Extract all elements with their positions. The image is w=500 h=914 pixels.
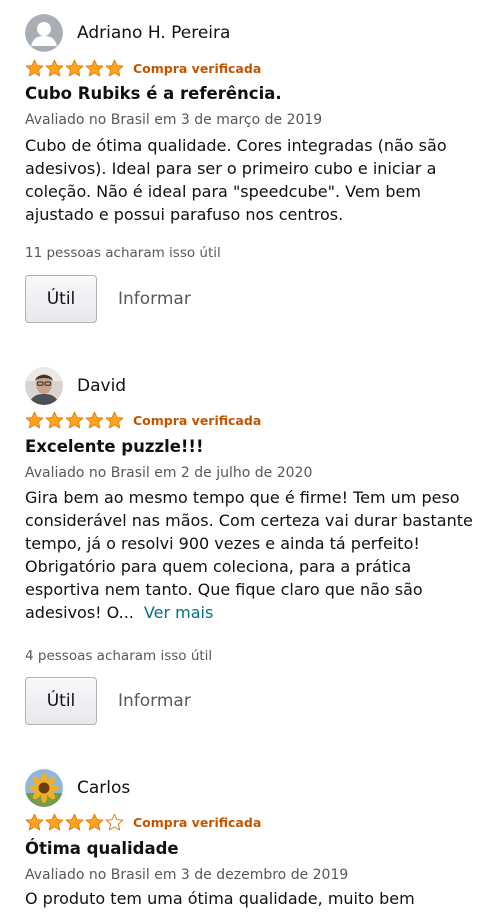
review-date: Avaliado no Brasil em 3 de março de 2019 — [25, 112, 323, 128]
star-rating — [25, 411, 124, 430]
star-filled-icon — [105, 59, 124, 76]
review-body-text: Gira bem ao mesmo tempo que é firme! Tem… — [25, 488, 473, 622]
star-filled-icon — [25, 411, 44, 428]
verified-purchase-badge: Compra verificada — [133, 412, 262, 428]
reviewer-header[interactable]: David — [25, 366, 126, 406]
review-actions: Útil Informar — [25, 676, 191, 726]
reviewer-header[interactable]: Carlos — [25, 768, 130, 808]
star-filled-icon — [65, 813, 84, 830]
rating-row: Compra verificada — [25, 56, 261, 80]
star-filled-icon — [85, 59, 104, 76]
star-filled-icon — [105, 411, 124, 428]
default-user-avatar-icon — [25, 14, 63, 52]
review-actions: Útil Informar — [25, 274, 191, 324]
reviewer-name[interactable]: Carlos — [77, 778, 130, 798]
star-filled-icon — [65, 411, 84, 428]
star-filled-icon — [45, 59, 64, 76]
useful-button[interactable]: Útil — [25, 677, 97, 725]
useful-button[interactable]: Útil — [25, 275, 97, 323]
see-more-link[interactable]: Ver mais — [144, 603, 213, 622]
helpful-count: 4 pessoas acharam isso útil — [25, 648, 213, 664]
review-title: Excelente puzzle!!! — [25, 437, 204, 456]
helpful-count: 11 pessoas acharam isso útil — [25, 245, 221, 261]
rating-row: Compra verificada — [25, 810, 261, 834]
review-body: Gira bem ao mesmo tempo que é firme! Tem… — [25, 486, 487, 624]
review-date: Avaliado no Brasil em 3 de dezembro de 2… — [25, 867, 349, 883]
verified-purchase-badge: Compra verificada — [133, 814, 262, 830]
star-filled-icon — [45, 411, 64, 428]
review-title: Cubo Rubiks é a referência. — [25, 84, 282, 103]
report-link[interactable]: Informar — [118, 289, 191, 309]
reviewer-header[interactable]: Adriano H. Pereira — [25, 13, 230, 53]
star-filled-icon — [25, 59, 44, 76]
report-link[interactable]: Informar — [118, 691, 191, 711]
sunflower-photo-avatar — [25, 769, 63, 807]
star-filled-icon — [45, 813, 64, 830]
star-rating — [25, 59, 124, 78]
star-empty-icon — [105, 813, 124, 830]
star-filled-icon — [85, 411, 104, 428]
review-title: Ótima qualidade — [25, 839, 179, 858]
star-filled-icon — [85, 813, 104, 830]
rating-row: Compra verificada — [25, 408, 261, 432]
review-date: Avaliado no Brasil em 2 de julho de 2020 — [25, 465, 313, 481]
review-body: O produto tem uma ótima qualidade, muito… — [25, 889, 415, 908]
star-filled-icon — [65, 59, 84, 76]
star-rating — [25, 813, 124, 832]
star-filled-icon — [25, 813, 44, 830]
verified-purchase-badge: Compra verificada — [133, 60, 262, 76]
reviewer-name[interactable]: David — [77, 376, 126, 396]
review-body: Cubo de ótima qualidade. Cores integrada… — [25, 136, 447, 224]
reviewer-name[interactable]: Adriano H. Pereira — [77, 23, 230, 43]
user-photo-avatar — [25, 367, 63, 405]
